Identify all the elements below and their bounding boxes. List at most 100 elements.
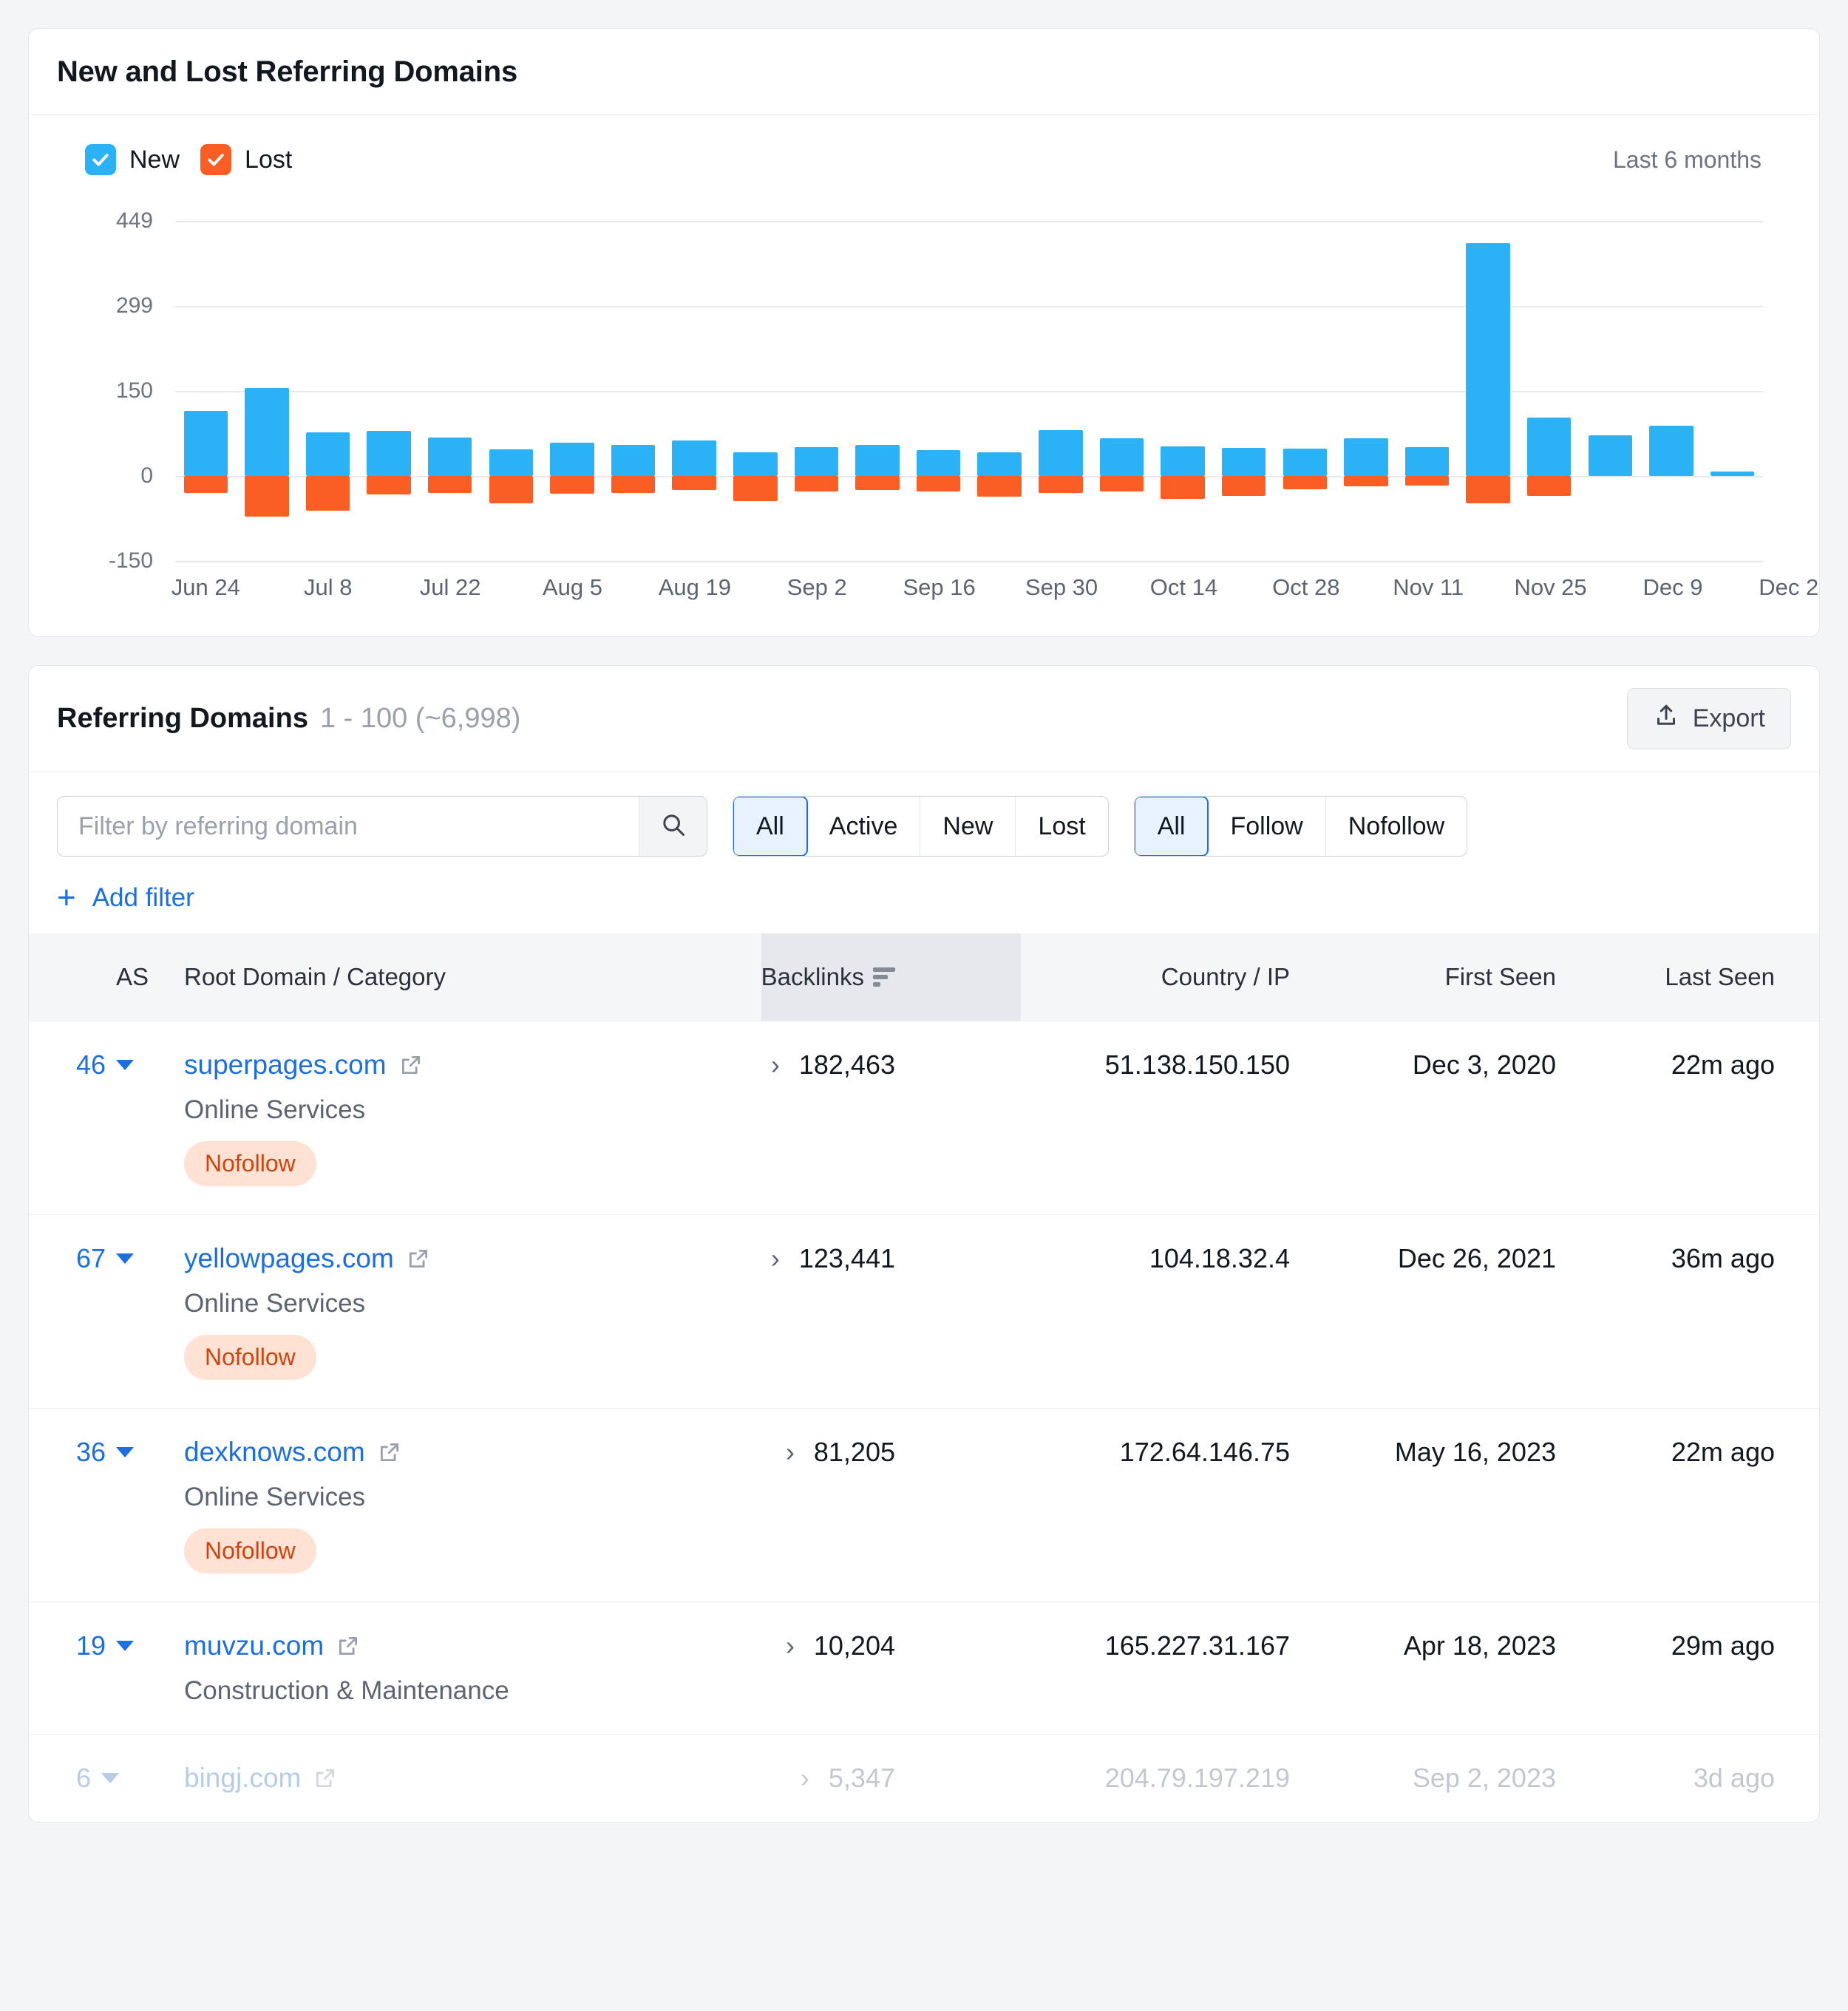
column-header-as[interactable]: AS	[29, 933, 154, 1021]
authority-score-value[interactable]: 6	[76, 1763, 120, 1794]
chevron-right-icon[interactable]: ›	[786, 1437, 795, 1468]
chart-bar-group[interactable]	[175, 221, 237, 561]
search-input[interactable]	[58, 797, 639, 856]
external-link-icon[interactable]	[406, 1246, 431, 1271]
table-row[interactable]: 6 bingj.com › 5,347 204.79.197.219 Sep 2, 202…	[29, 1734, 1819, 1823]
cell-authority-score[interactable]: 6	[29, 1735, 154, 1823]
authority-score-value[interactable]: 46	[76, 1049, 135, 1081]
chart-bar-group[interactable]	[1030, 221, 1092, 561]
domain-link[interactable]: dexknows.com	[184, 1437, 402, 1468]
domain-link[interactable]: superpages.com	[184, 1049, 424, 1081]
bar-lost	[672, 475, 716, 490]
checkbox-new-icon[interactable]	[85, 144, 116, 175]
chart-bar-group[interactable]	[297, 221, 359, 561]
y-axis-tick: 0	[140, 463, 153, 488]
cell-country-ip: 51.138.150.150	[1104, 1049, 1290, 1080]
authority-score-value[interactable]: 36	[76, 1437, 135, 1468]
chart-bar-group[interactable]	[1458, 221, 1519, 561]
x-axis-tick: Sep 2	[787, 574, 847, 600]
chart-bar-group[interactable]	[1641, 221, 1702, 561]
domain-link[interactable]: yellowpages.com	[184, 1243, 431, 1274]
segment-follow-nofollow[interactable]: Nofollow	[1325, 797, 1467, 856]
chart-bar-group[interactable]	[480, 221, 542, 561]
chart-bar-group[interactable]	[1152, 221, 1214, 561]
chart-bar-group[interactable]	[602, 221, 664, 561]
external-link-icon[interactable]	[313, 1766, 338, 1791]
segment-status-all[interactable]: All	[733, 797, 808, 856]
chart-bar-group[interactable]	[847, 221, 908, 561]
checkbox-lost-icon[interactable]	[200, 144, 232, 175]
chart-bar-group[interactable]	[419, 221, 480, 561]
chart-bar-group[interactable]	[1518, 221, 1580, 561]
table-row[interactable]: 67 yellowpages.com Online Services Nofollow…	[29, 1214, 1819, 1409]
chart-bar-group[interactable]	[664, 221, 725, 561]
column-header-first-seen[interactable]: First Seen	[1317, 933, 1583, 1021]
export-button[interactable]: Export	[1626, 688, 1791, 749]
cell-backlinks[interactable]: › 123,441	[761, 1215, 1021, 1409]
chart-bars	[175, 221, 1763, 561]
cell-backlinks[interactable]: › 182,463	[761, 1021, 1021, 1215]
segment-status-active[interactable]: Active	[806, 797, 921, 856]
domain-filter-search[interactable]	[57, 796, 707, 857]
legend-item-new[interactable]: New	[85, 144, 180, 175]
bar-new	[489, 449, 534, 476]
x-axis-tick: Aug 19	[658, 574, 732, 600]
chart-bar-group[interactable]	[1336, 221, 1397, 561]
chart-bar-group[interactable]	[542, 221, 603, 561]
external-link-icon[interactable]	[336, 1633, 361, 1658]
segment-follow-all[interactable]: All	[1134, 797, 1209, 856]
authority-score-value[interactable]: 67	[76, 1243, 135, 1274]
chart-bar-group[interactable]	[908, 221, 969, 561]
table-row[interactable]: 19 muvzu.com Construction & Maintenance › 10…	[29, 1602, 1819, 1735]
external-link-icon[interactable]	[398, 1052, 424, 1078]
cell-authority-score[interactable]: 19	[29, 1602, 154, 1735]
chart-bar-group[interactable]	[1274, 221, 1336, 561]
chart-bar-group[interactable]	[786, 221, 847, 561]
column-header-backlinks[interactable]: Backlinks	[761, 933, 1021, 1021]
segment-follow-follow[interactable]: Follow	[1208, 797, 1326, 856]
chart-bar-group[interactable]	[1091, 221, 1152, 561]
column-header-country-ip[interactable]: Country / IP	[1021, 933, 1317, 1021]
referring-domains-title: Referring Domains	[57, 703, 308, 734]
bar-lost	[245, 475, 289, 517]
chart-bar-group[interactable]	[359, 221, 420, 561]
chart-bar-group[interactable]	[969, 221, 1030, 561]
y-axis-labels: 449 299 150 0 -150	[57, 208, 153, 573]
chevron-right-icon[interactable]: ›	[771, 1243, 780, 1274]
chevron-right-icon[interactable]: ›	[786, 1630, 795, 1661]
domain-link[interactable]: muvzu.com	[184, 1630, 361, 1661]
search-icon	[659, 811, 687, 843]
chart-bar-group[interactable]	[1580, 221, 1641, 561]
chart-bar-group[interactable]	[1396, 221, 1458, 561]
bar-lost	[1039, 475, 1083, 493]
chart-bar-group[interactable]	[1213, 221, 1274, 561]
domain-link[interactable]: bingj.com	[184, 1763, 338, 1794]
table-row[interactable]: 36 dexknows.com Online Services Nofollow › 81…	[29, 1408, 1819, 1602]
external-link-icon[interactable]	[377, 1440, 402, 1465]
chevron-right-icon[interactable]: ›	[771, 1049, 780, 1081]
chart-grid	[175, 221, 1763, 562]
cell-backlinks[interactable]: › 81,205	[761, 1409, 1021, 1602]
chevron-right-icon[interactable]: ›	[801, 1763, 809, 1794]
column-header-root-domain[interactable]: Root Domain / Category	[154, 933, 761, 1021]
chart-bar-group[interactable]	[724, 221, 786, 561]
cell-backlinks[interactable]: › 10,204	[761, 1602, 1021, 1735]
legend-item-lost[interactable]: Lost	[200, 144, 292, 175]
search-button[interactable]	[639, 797, 707, 856]
segment-status-new[interactable]: New	[920, 797, 1016, 856]
referring-domains-count: 1 - 100 (~6,998)	[319, 703, 521, 734]
table-row[interactable]: 46 superpages.com Online Services Nofollow ›…	[29, 1021, 1819, 1215]
authority-score-value[interactable]: 19	[76, 1630, 135, 1661]
cell-authority-score[interactable]: 67	[29, 1215, 154, 1409]
backlinks-value: 5,347	[828, 1763, 895, 1793]
chart-bar-group[interactable]	[237, 221, 298, 561]
cell-authority-score[interactable]: 46	[29, 1021, 154, 1215]
chart-bar-group[interactable]	[1702, 221, 1763, 561]
cell-authority-score[interactable]: 36	[29, 1409, 154, 1602]
x-axis-tick: Aug 5	[542, 574, 603, 600]
x-axis-tick: Dec 23	[1759, 574, 1819, 600]
cell-backlinks[interactable]: › 5,347	[761, 1735, 1021, 1823]
column-header-last-seen[interactable]: Last Seen	[1583, 933, 1819, 1021]
segment-status-lost[interactable]: Lost	[1016, 797, 1108, 856]
add-filter-button[interactable]: + Add filter	[57, 882, 194, 914]
